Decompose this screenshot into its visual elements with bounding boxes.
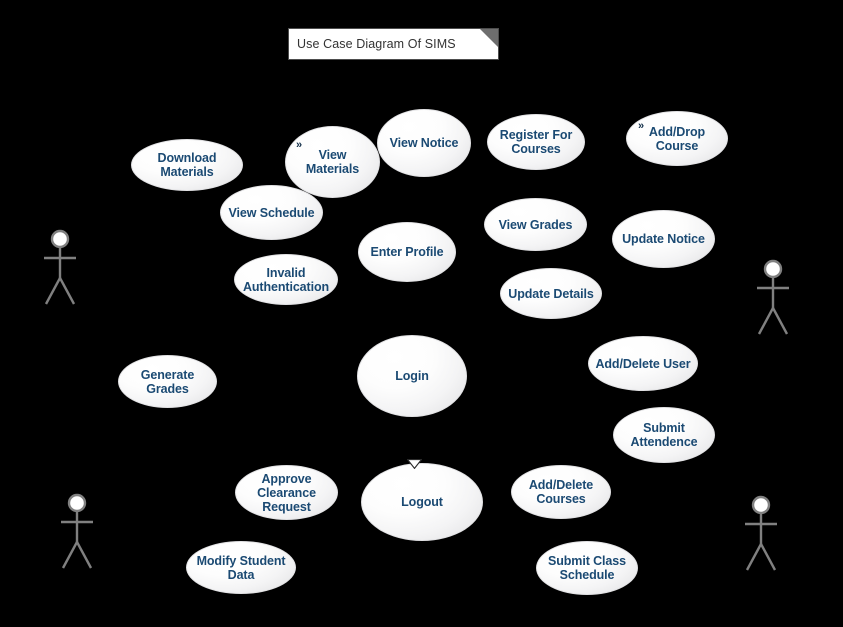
usecase-ellipse[interactable]: Submit Attendence: [613, 407, 715, 463]
generalization-arrowhead-icon: [406, 456, 423, 474]
usecase-ellipse[interactable]: Invalid Authentication: [234, 254, 338, 305]
usecase-label: Add/Delete User: [595, 356, 691, 371]
usecase-label: Submit Attendence: [630, 421, 698, 449]
usecase-label: Approve Clearance Request: [257, 471, 316, 514]
usecase-label: View Materials: [305, 148, 360, 176]
usecase-ellipse[interactable]: Enter Profile: [358, 222, 456, 282]
usecase-ellipse[interactable]: View Grades: [484, 198, 587, 251]
page-title: Use Case Diagram Of SIMS: [297, 37, 456, 51]
usecase-ellipse[interactable]: View Notice: [377, 109, 471, 177]
usecase-ellipse[interactable]: Submit Class Schedule: [536, 541, 638, 595]
usecase-label: Update Notice: [622, 232, 705, 246]
usecase-ellipse[interactable]: Add/Delete Courses: [511, 465, 611, 519]
usecase-label: Invalid Authentication: [242, 265, 330, 294]
usecase-label: Register For Courses: [499, 128, 573, 156]
usecase-label: Update Details: [508, 286, 594, 301]
usecase-label: Login: [395, 369, 429, 383]
actor-stick-figure[interactable]: [56, 492, 98, 577]
usecase-ellipse[interactable]: Download Materials: [131, 139, 243, 191]
usecase-ellipse[interactable]: Generate Grades: [118, 355, 217, 408]
usecase-label: Generate Grades: [140, 367, 195, 396]
usecase-ellipse[interactable]: Add/Delete User: [588, 336, 698, 391]
actor-stick-figure[interactable]: [752, 258, 794, 343]
usecase-label: Modify Student Data: [196, 553, 286, 582]
usecase-ellipse[interactable]: View Materials: [285, 126, 380, 198]
diagram-title-note: Use Case Diagram Of SIMS: [288, 28, 499, 60]
usecase-label: Enter Profile: [370, 245, 444, 259]
usecase-ellipse[interactable]: Login: [357, 335, 467, 417]
use-case-diagram-canvas: Use Case Diagram Of SIMS Download Materi…: [0, 0, 843, 627]
usecase-ellipse[interactable]: Approve Clearance Request: [235, 465, 338, 520]
usecase-label: Add/Delete Courses: [528, 478, 594, 506]
actor-stick-figure[interactable]: [39, 228, 81, 313]
usecase-label: View Schedule: [228, 205, 315, 220]
note-fold-corner-icon: [480, 29, 498, 47]
usecase-ellipse[interactable]: Logout: [361, 463, 483, 541]
usecase-ellipse[interactable]: Modify Student Data: [186, 541, 296, 594]
usecase-ellipse[interactable]: Register For Courses: [487, 114, 585, 170]
usecase-label: View Grades: [498, 217, 573, 232]
usecase-label: Submit Class Schedule: [548, 554, 626, 582]
usecase-ellipse[interactable]: Update Details: [500, 268, 602, 319]
stereotype-guillemet-label: »: [638, 120, 645, 132]
usecase-label: Logout: [401, 495, 443, 509]
actor-stick-figure[interactable]: [740, 494, 782, 579]
usecase-label: View Notice: [389, 136, 459, 150]
usecase-label: Add/Drop Course: [648, 124, 706, 153]
usecase-ellipse[interactable]: Update Notice: [612, 210, 715, 268]
stereotype-guillemet-label: »: [296, 139, 303, 151]
usecase-label: Download Materials: [157, 151, 217, 179]
usecase-ellipse[interactable]: View Schedule: [220, 185, 323, 240]
